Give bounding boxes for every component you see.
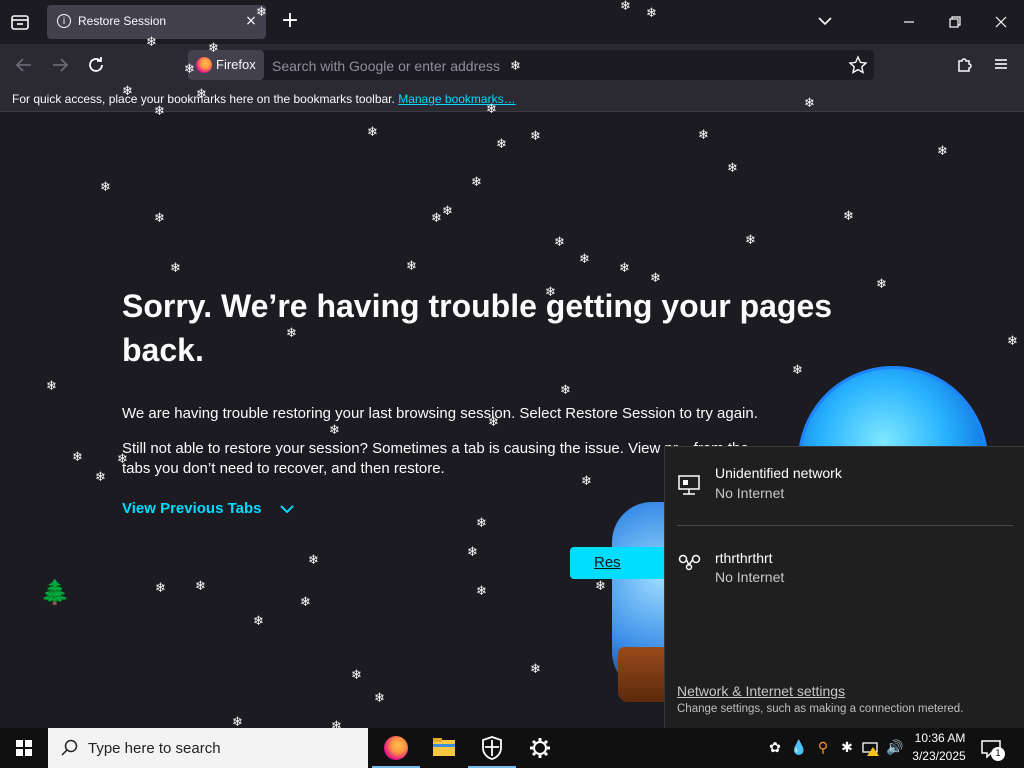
search-icon: [60, 738, 80, 758]
volume-icon[interactable]: 🔊: [886, 738, 904, 758]
arrow-left-icon: [15, 58, 31, 72]
tab-title: Restore Session: [78, 14, 167, 28]
taskbar-search-placeholder: Type here to search: [88, 740, 221, 757]
minimize-icon: [904, 21, 914, 23]
identity-label: Firefox: [216, 57, 256, 72]
windows-logo-icon: [16, 740, 32, 756]
extensions-button[interactable]: [954, 53, 976, 75]
notification-count-badge: 1: [991, 747, 1005, 761]
firefox-view-button[interactable]: [8, 10, 32, 34]
network-name: Unidentified network: [715, 465, 842, 481]
network-item[interactable]: rthrthrthrt No Internet: [665, 533, 1024, 601]
restore-window-icon: [949, 16, 961, 28]
tray-search-icon[interactable]: ⚲: [814, 738, 832, 758]
new-tab-button[interactable]: +: [278, 10, 302, 34]
bookmarks-hint: For quick access, place your bookmarks h…: [12, 92, 516, 106]
chevron-down-icon[interactable]: [278, 503, 296, 515]
url-bar[interactable]: Firefox: [188, 50, 874, 80]
info-icon: i: [57, 14, 71, 28]
minimize-button[interactable]: [898, 12, 920, 32]
back-button[interactable]: [12, 53, 36, 77]
firefox-icon: [384, 736, 408, 760]
bookmark-star-button[interactable]: [848, 55, 868, 75]
taskbar-app-settings[interactable]: [516, 728, 564, 768]
hamburger-menu-icon: [995, 59, 1007, 69]
star-icon: [848, 55, 868, 74]
arrow-right-icon: [53, 58, 69, 72]
bookmarks-hint-text: For quick access, place your bookmarks h…: [12, 92, 395, 106]
identity-box[interactable]: Firefox: [188, 50, 264, 80]
network-flyout: Unidentified network No Internet rthrthr…: [664, 446, 1024, 728]
reload-button[interactable]: [84, 53, 108, 77]
bookmarks-toolbar: For quick access, place your bookmarks h…: [0, 86, 1024, 112]
dialup-icon: [677, 551, 703, 575]
tab-restore-session[interactable]: i Restore Session ×: [47, 5, 266, 39]
taskbar: Type here to search ✿ 💧 ⚲ ✱ 🔊 10:36 AM 3…: [0, 728, 1024, 768]
security-shield-icon: [482, 736, 502, 760]
start-button[interactable]: [0, 728, 48, 768]
network-name: rthrthrthrt: [715, 550, 773, 566]
network-status: No Internet: [715, 569, 785, 585]
close-window-button[interactable]: [990, 12, 1012, 32]
manage-bookmarks-link[interactable]: Manage bookmarks…: [398, 92, 515, 106]
page-title: Sorry. We’re having trouble getting your…: [122, 288, 833, 368]
firefox-view-icon: [11, 15, 29, 30]
restore-window-button[interactable]: [944, 12, 966, 32]
reload-icon: [89, 57, 103, 72]
taskbar-app-file-explorer[interactable]: [420, 728, 468, 768]
puzzle-icon: [958, 58, 972, 72]
view-previous-tabs-toggle[interactable]: View Previous Tabs: [122, 500, 262, 517]
app-menu-button[interactable]: [990, 53, 1012, 75]
network-warning-icon[interactable]: [862, 738, 880, 758]
chevron-down-icon: [818, 17, 832, 26]
address-input[interactable]: [270, 52, 834, 80]
ethernet-icon: [677, 473, 703, 497]
taskbar-app-security[interactable]: [468, 728, 516, 768]
error-description: We are having trouble restoring your las…: [122, 405, 758, 422]
tray-app-icon[interactable]: ✿: [766, 738, 784, 758]
network-item[interactable]: Unidentified network No Internet: [665, 447, 1024, 515]
tab-close-icon[interactable]: ×: [243, 13, 259, 29]
settings-gear-icon: [530, 738, 550, 758]
christmas-tree-cursor-icon: 🌲: [40, 578, 70, 606]
tray-snowflake-icon[interactable]: ✱: [838, 738, 856, 758]
navigation-toolbar: Firefox: [0, 44, 1024, 86]
list-all-tabs-button[interactable]: [815, 11, 835, 31]
firefox-logo-icon: [196, 57, 212, 73]
taskbar-search[interactable]: Type here to search: [48, 728, 368, 768]
clock-time[interactable]: 10:36 AM: [912, 731, 968, 745]
taskbar-app-firefox[interactable]: [372, 728, 420, 768]
tray-droplet-icon[interactable]: 💧: [790, 738, 808, 758]
network-settings-description: Change settings, such as making a connec…: [677, 703, 964, 715]
file-explorer-icon: [433, 738, 455, 756]
tab-strip: i Restore Session × +: [0, 0, 1024, 44]
network-settings-link[interactable]: Network & Internet settings: [677, 683, 845, 699]
close-icon: [995, 16, 1007, 28]
forward-button[interactable]: [48, 53, 72, 77]
network-status: No Internet: [715, 485, 785, 501]
restore-session-button[interactable]: Res: [570, 547, 670, 579]
divider: [677, 525, 1013, 526]
clock-date[interactable]: 3/23/2025: [906, 749, 972, 763]
